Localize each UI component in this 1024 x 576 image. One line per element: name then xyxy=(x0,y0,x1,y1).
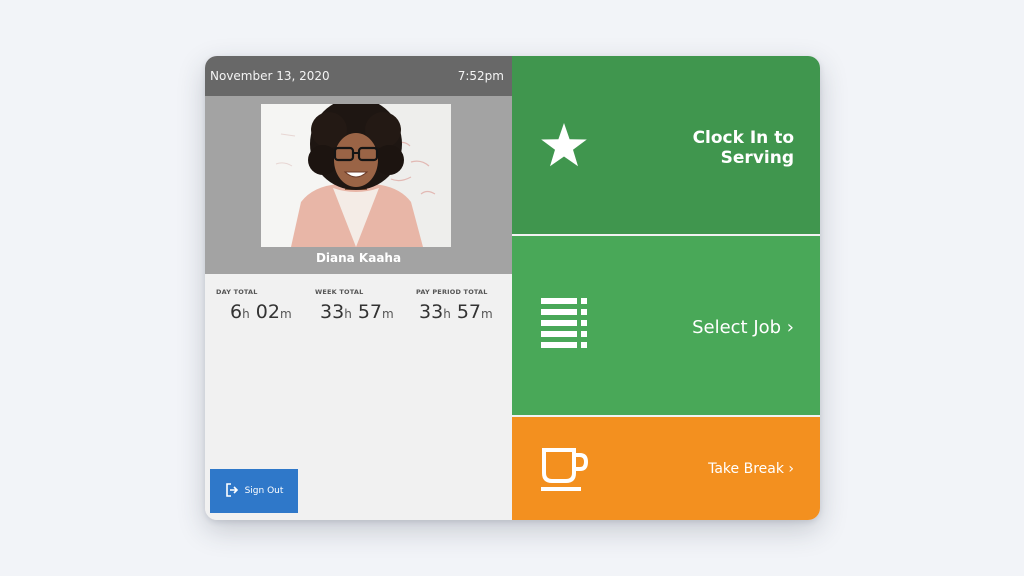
employee-profile: Diana Kaaha xyxy=(205,96,512,274)
take-break-button[interactable]: Take Break › xyxy=(512,417,820,520)
star-icon xyxy=(540,122,588,172)
employee-photo xyxy=(261,104,451,247)
select-job-button[interactable]: Select Job › xyxy=(512,236,820,415)
current-time: 7:52pm xyxy=(457,69,504,83)
sign-out-button[interactable]: Sign Out xyxy=(210,469,298,513)
pay-period-total-label: PAY PERIOD TOTAL xyxy=(416,288,488,296)
time-clock-tablet: November 13, 2020 7:52pm Diana Kaaha DAY… xyxy=(205,56,820,520)
employee-name: Diana Kaaha xyxy=(315,251,402,265)
clock-in-label: Clock In to Serving xyxy=(692,128,794,168)
day-total-label: DAY TOTAL xyxy=(216,288,258,296)
status-bar: November 13, 2020 7:52pm xyxy=(205,56,512,96)
week-total-label: WEEK TOTAL xyxy=(315,288,364,296)
day-total-value: 6h 02m xyxy=(230,301,292,323)
employee-panel: November 13, 2020 7:52pm Diana Kaaha DAY… xyxy=(205,56,512,520)
sign-out-icon xyxy=(225,482,239,500)
action-panel: Clock In to Serving Select Job › Take Br… xyxy=(512,56,820,520)
week-total-value: 33h 57m xyxy=(320,301,394,323)
clock-in-button[interactable]: Clock In to Serving xyxy=(512,56,820,234)
list-icon xyxy=(541,298,589,352)
day-total: DAY TOTAL 6h 02m xyxy=(216,288,292,323)
pay-period-total-value: 33h 57m xyxy=(419,301,493,323)
pay-period-total: PAY PERIOD TOTAL 33h 57m xyxy=(416,288,493,323)
coffee-cup-icon xyxy=(540,447,590,497)
select-job-label: Select Job › xyxy=(692,317,794,338)
take-break-label: Take Break › xyxy=(708,461,794,477)
week-total: WEEK TOTAL 33h 57m xyxy=(315,288,394,323)
sign-out-label: Sign Out xyxy=(244,486,284,496)
current-date: November 13, 2020 xyxy=(210,69,330,83)
time-totals: DAY TOTAL 6h 02m WEEK TOTAL 33h 57m PAY … xyxy=(205,288,512,328)
